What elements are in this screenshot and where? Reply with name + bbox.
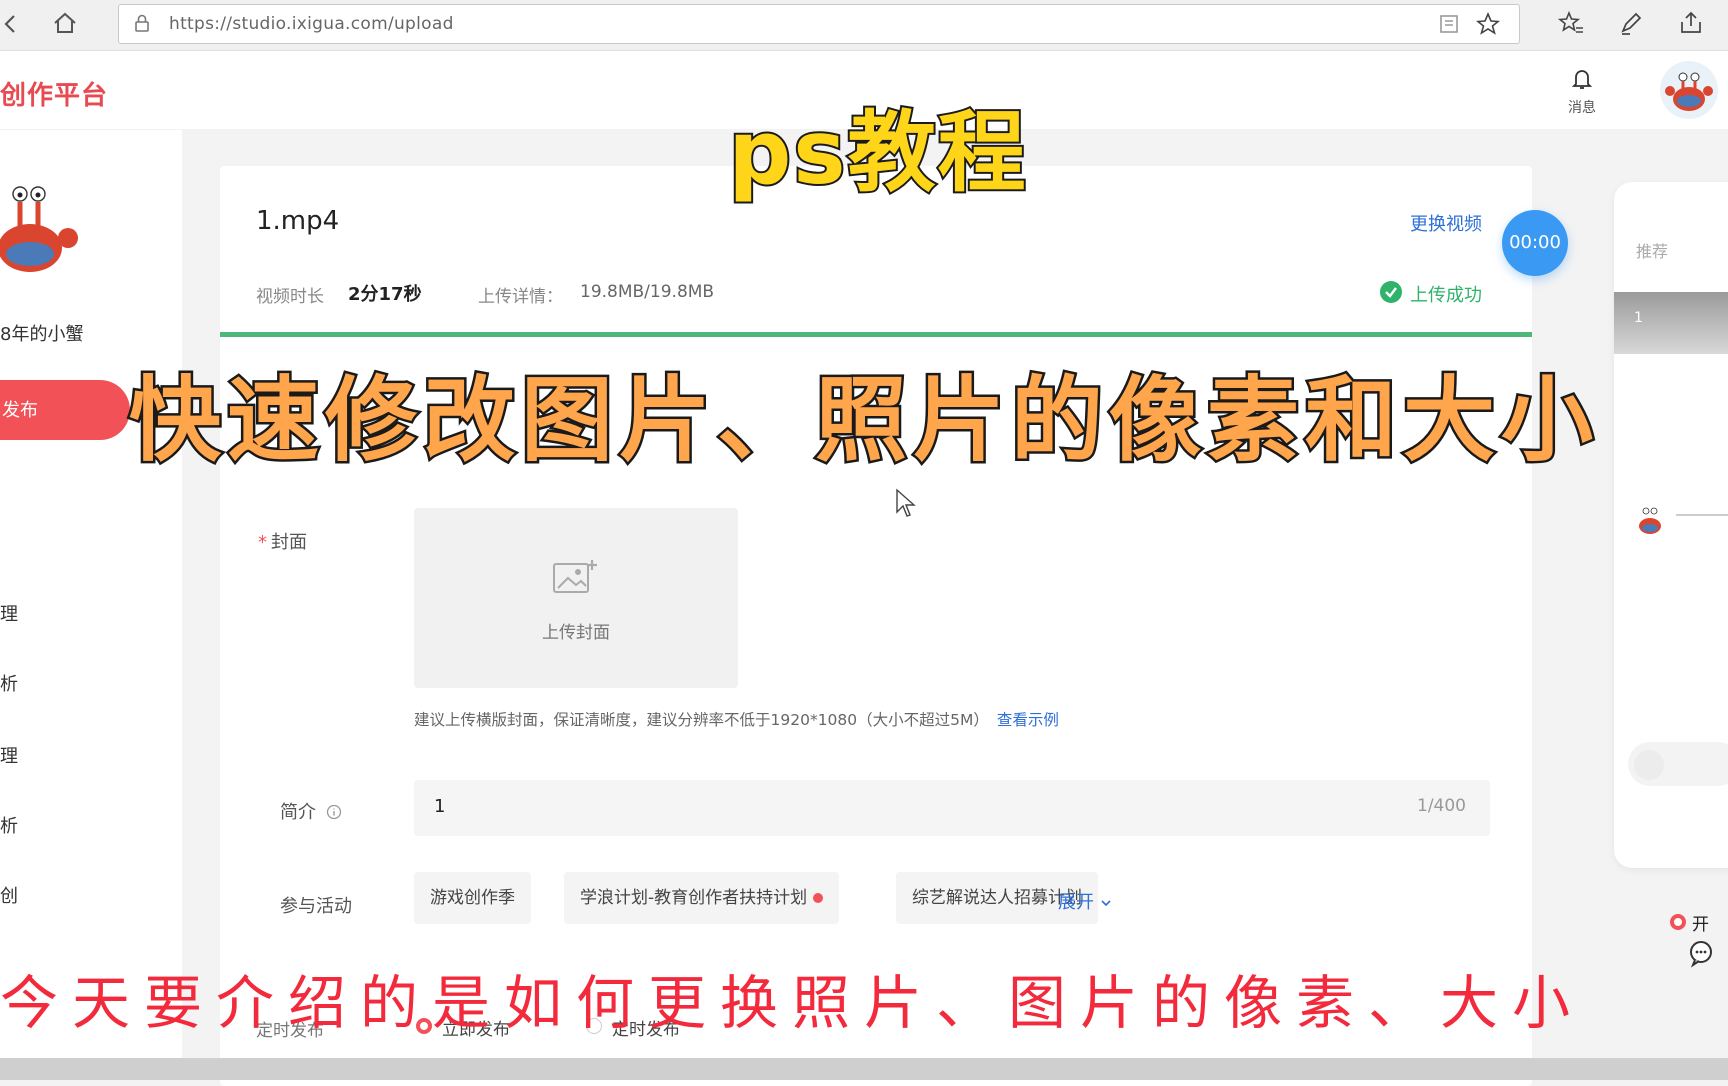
lock-icon [133,13,151,33]
cover-label-text: 封面 [271,532,307,553]
timer-badge[interactable]: 00:00 [1502,210,1568,276]
caption-middle: 快速修改图片、照片的像素和大小 [126,365,1599,477]
cover-hint: 建议上传横版封面，保证清晰度，建议分辨率不低于1920*1080（大小不超过5M… [414,708,1059,730]
chevron-left-icon [4,15,15,33]
share-button[interactable] [1676,8,1706,38]
favorite-button[interactable] [1475,11,1501,37]
upload-size-value: 19.8MB/19.8MB [580,282,715,302]
reader-icon [1440,15,1458,33]
intro-char-counter: 1/400 [1417,796,1466,816]
cover-label: * 封面 [258,528,307,554]
intro-label-text: 简介 [280,802,316,823]
preview-video-thumb: 1 [1614,292,1728,354]
upload-card: 1.mp4 更换视频 00:00 视频时长 2分17秒 上传详情： 19.8MB… [220,166,1568,1086]
sidebar-item-analysis[interactable]: 析 [0,670,18,696]
url-text[interactable]: https://studio.ixigua.com/upload [169,14,454,34]
pen-button[interactable] [1616,8,1646,38]
sidebar-username: 8年的小蟹 [0,324,84,345]
record-dot-icon [1670,914,1686,930]
file-name: 1.mp4 [256,206,340,236]
sidebar: 8年的小蟹 发布 理 析 理 析 创 [0,130,182,1060]
duration-label: 视频时长 [256,287,324,307]
activity-chip-education[interactable]: 学浪计划-教育创作者扶持计划 [564,872,840,924]
crab-mini-icon [1639,507,1661,534]
back-button[interactable] [0,10,22,38]
upload-progress-fill [220,332,1532,337]
pen-icon [1621,12,1642,35]
sidebar-item-manage-2[interactable]: 理 [0,742,18,768]
expand-label: 展开 [1058,892,1094,913]
activity-label: 参与活动 [280,896,352,917]
caption-bottom: 今天要介绍的是如何更换照片、图片的像素、大小 [0,969,1585,1037]
sidebar-item-analysis-2[interactable]: 析 [0,812,18,838]
favorites-button[interactable] [1556,8,1586,38]
star-icon [1475,11,1501,35]
preview-avatar [1632,502,1668,538]
favorites-star-icon [1557,10,1583,33]
reader-view-button[interactable] [1437,12,1461,36]
bottom-strip [0,1058,1728,1080]
phone-preview: 推荐 1 [1614,182,1728,868]
cover-hint-text: 建议上传横版封面，保证清晰度，建议分辨率不低于1920*1080（大小不超过5M… [414,711,989,729]
required-mark: * [258,532,267,553]
upload-size-label: 上传详情： [478,287,563,307]
preview-video-number: 1 [1634,310,1643,326]
expand-activities-link[interactable]: 展开 [1058,888,1112,914]
caption-top: ps教程 [726,99,1028,206]
preview-tab: 推荐 [1636,242,1669,261]
sidebar-item-create[interactable]: 创 [0,882,18,908]
chevron-down-icon [1101,900,1111,907]
address-bar[interactable]: https://studio.ixigua.com/upload [118,4,1520,44]
home-button[interactable] [50,8,80,38]
sidebar-item-manage[interactable]: 理 [0,600,18,626]
hot-dot-icon [813,893,824,903]
floating-toggle[interactable]: 开 [1668,908,1728,938]
cover-upload-box[interactable]: 上传封面 [414,508,738,688]
check-circle-icon [1380,281,1402,303]
intro-input[interactable]: 1 1/400 [414,780,1490,836]
upload-progress-bar [220,332,1532,337]
home-icon [54,12,76,33]
add-image-icon [552,558,598,598]
activity-chip-game[interactable]: 游戏创作季 [414,872,531,924]
intro-label: 简介 [280,798,342,824]
cover-upload-label: 上传封面 [542,623,610,643]
floating-toggle-label: 开 [1692,915,1709,935]
preview-user-dot [1634,750,1664,780]
preview-text-line [1676,514,1728,516]
replace-video-link[interactable]: 更换视频 [1410,210,1482,236]
upload-status-text: 上传成功 [1410,285,1482,306]
cover-example-link[interactable]: 查看示例 [997,711,1059,729]
activity-chip-education-label: 学浪计划-教育创作者扶持计划 [580,888,808,908]
share-icon [1681,11,1701,33]
intro-value: 1 [434,796,446,817]
info-icon [326,804,341,820]
duration-value: 2分17秒 [348,284,422,305]
browser-toolbar: https://studio.ixigua.com/upload [0,0,1728,51]
mouse-cursor-icon [895,488,917,520]
